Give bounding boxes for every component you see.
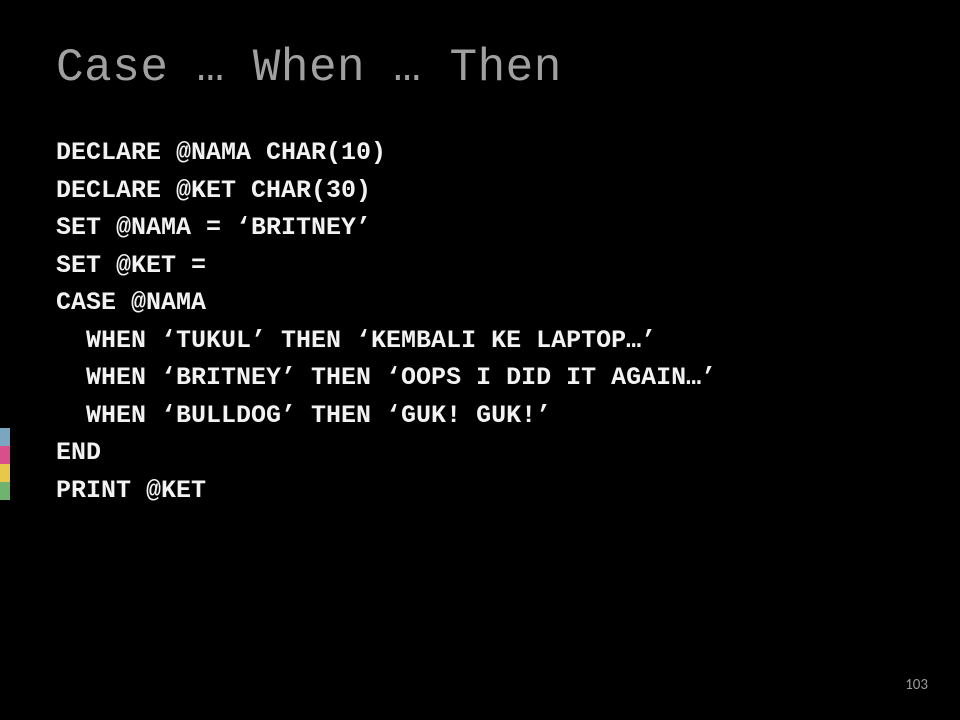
code-line: WHEN ‘BULLDOG’ THEN ‘GUK! GUK!’ xyxy=(56,401,551,430)
code-line: PRINT @KET xyxy=(56,476,206,505)
accent-color-1 xyxy=(0,428,10,446)
code-line: DECLARE @NAMA CHAR(10) xyxy=(56,138,386,167)
slide: Case … When … Then DECLARE @NAMA CHAR(10… xyxy=(0,0,960,720)
code-line: DECLARE @KET CHAR(30) xyxy=(56,176,371,205)
accent-color-3 xyxy=(0,464,10,482)
accent-strip xyxy=(0,428,10,500)
code-line: SET @NAMA = ‘BRITNEY’ xyxy=(56,213,371,242)
accent-color-2 xyxy=(0,446,10,464)
code-block: DECLARE @NAMA CHAR(10) DECLARE @KET CHAR… xyxy=(0,94,960,509)
code-line: END xyxy=(56,438,101,467)
page-number: 103 xyxy=(905,676,928,694)
accent-color-4 xyxy=(0,482,10,500)
code-line: WHEN ‘BRITNEY’ THEN ‘OOPS I DID IT AGAIN… xyxy=(56,363,716,392)
code-line: SET @KET = xyxy=(56,251,206,280)
slide-title: Case … When … Then xyxy=(0,0,960,94)
code-line: CASE @NAMA xyxy=(56,288,206,317)
code-line: WHEN ‘TUKUL’ THEN ‘KEMBALI KE LAPTOP…’ xyxy=(56,326,656,355)
